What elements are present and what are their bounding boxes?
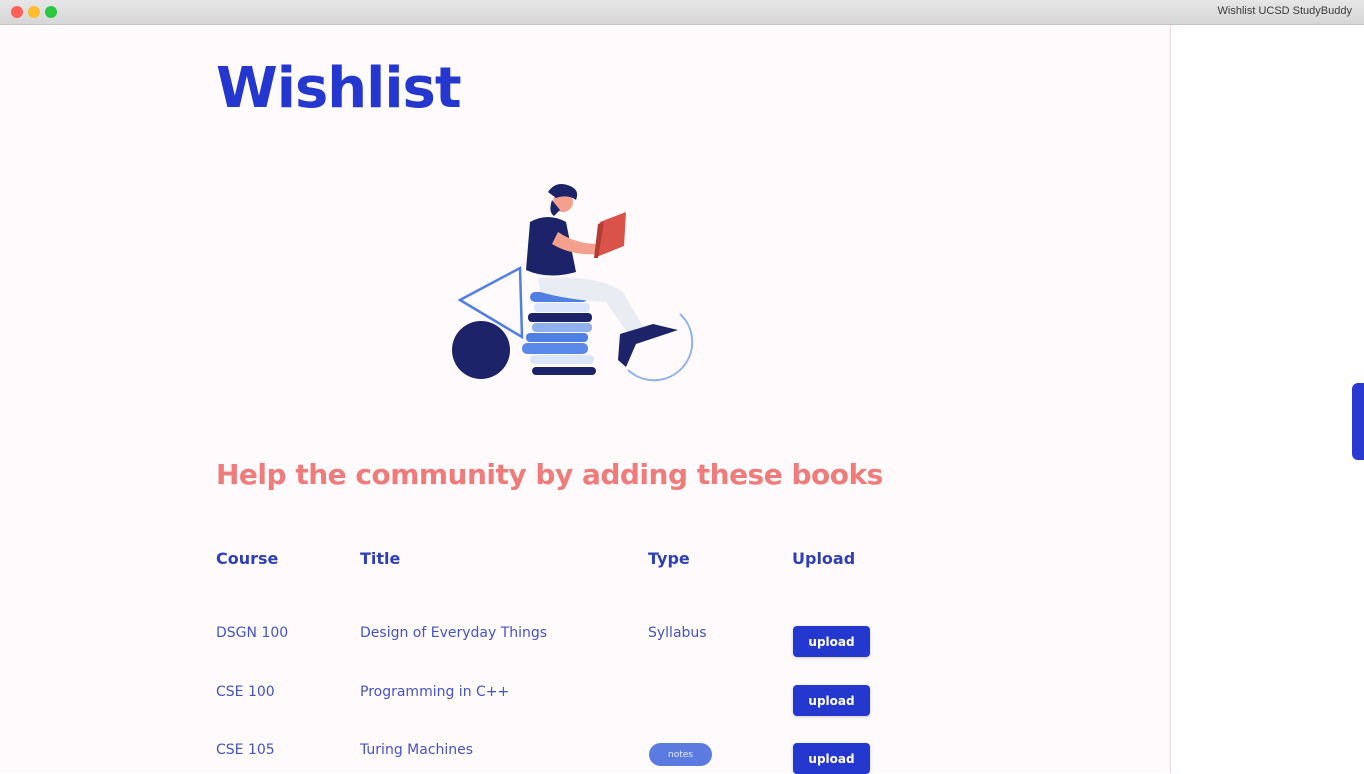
window-title: Wishlist UCSD StudyBuddy bbox=[1217, 5, 1353, 17]
reading-illustration bbox=[452, 184, 694, 382]
upload-button[interactable]: upload bbox=[793, 743, 870, 774]
row-title: Turing Machines bbox=[360, 742, 474, 758]
row-title: Design of Everyday Things bbox=[360, 625, 548, 641]
page-title: Wishlist bbox=[216, 56, 462, 121]
row-course: DSGN 100 bbox=[216, 625, 289, 641]
column-header-upload: Upload bbox=[792, 549, 856, 568]
window-titlebar: Wishlist UCSD StudyBuddy bbox=[0, 0, 1364, 25]
row-course: CSE 105 bbox=[216, 742, 275, 758]
row-type: Syllabus bbox=[648, 625, 707, 641]
column-header-type: Type bbox=[648, 549, 690, 568]
row-title: Programming in C++ bbox=[360, 684, 510, 700]
column-header-title: Title bbox=[360, 549, 401, 568]
main-content bbox=[0, 25, 1171, 773]
maximize-window-button[interactable] bbox=[45, 6, 57, 18]
section-subtitle: Help the community by adding these books bbox=[216, 458, 883, 491]
sidebar-toggle-tab[interactable] bbox=[1352, 383, 1364, 460]
close-window-button[interactable] bbox=[11, 6, 23, 18]
row-course: CSE 100 bbox=[216, 684, 275, 700]
right-sidebar bbox=[1171, 25, 1364, 773]
type-badge: notes bbox=[649, 743, 712, 766]
minimize-window-button[interactable] bbox=[28, 6, 40, 18]
upload-button[interactable]: upload bbox=[793, 685, 870, 716]
upload-button[interactable]: upload bbox=[793, 626, 870, 657]
column-header-course: Course bbox=[216, 549, 279, 568]
